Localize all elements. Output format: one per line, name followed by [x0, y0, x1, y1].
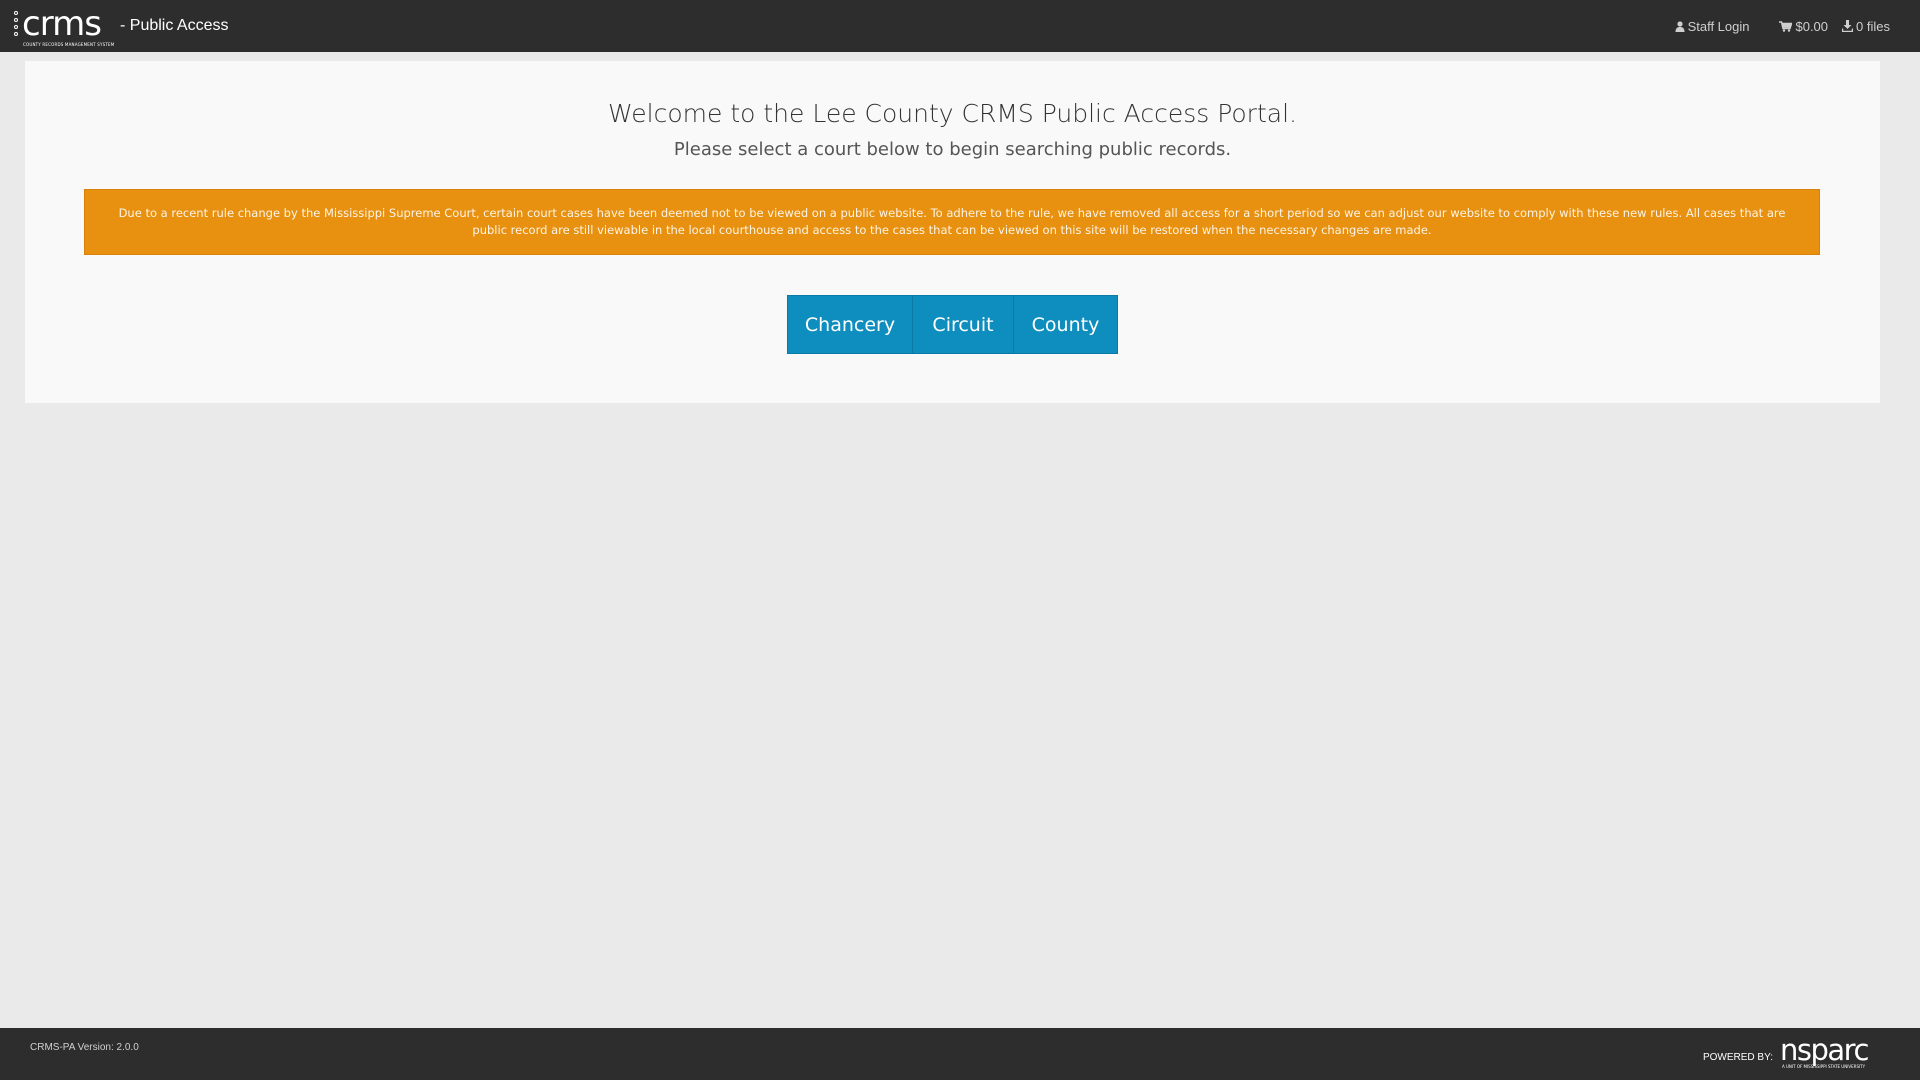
downloads-link[interactable]: 0 files [1842, 19, 1890, 34]
nsparc-tagline: A UNIT OF MISSISSIPPI STATE UNIVERSITY [1782, 1064, 1866, 1069]
logo-tagline: COUNTY RECORDS MANAGEMENT SYSTEM [23, 42, 115, 47]
cart-link[interactable]: $0.00 [1779, 19, 1828, 34]
county-button[interactable]: County [1014, 295, 1118, 354]
nav-right: Staff Login $0.00 0 files [1675, 0, 1890, 52]
welcome-subtitle: Please select a court below to begin sea… [673, 139, 1232, 160]
rule-change-alert: Due to a recent rule change by the Missi… [84, 189, 1820, 255]
cart-total: $0.00 [1795, 18, 1829, 34]
nsparc-logo[interactable]: nsparc A UNIT OF MISSISSIPPI STATE UNIVE… [1780, 1033, 1890, 1072]
welcome-heading: Welcome to the Lee County CRMS Public Ac… [608, 99, 1297, 128]
logo-dots-graphic [14, 11, 20, 41]
court-button-group: Chancery Circuit County [787, 295, 1118, 354]
circuit-button[interactable]: Circuit [913, 295, 1014, 354]
shopping-cart-icon [1779, 20, 1793, 32]
staff-login-label: Staff Login [1687, 18, 1750, 34]
nsparc-wordmark: nsparc [1780, 1033, 1869, 1067]
main-panel: Welcome to the Lee County CRMS Public Ac… [25, 61, 1880, 403]
logo-wordmark: crms [22, 4, 102, 44]
top-navbar: crms COUNTY RECORDS MANAGEMENT SYSTEM - … [0, 0, 1920, 52]
footer: CRMS-PA Version: 2.0.0 POWERED BY: nspar… [0, 1028, 1920, 1080]
download-icon [1842, 20, 1854, 32]
powered-by[interactable]: POWERED BY: nsparc A UNIT OF MISSISSIPPI… [1702, 1033, 1890, 1072]
app-title[interactable]: - Public Access [120, 17, 228, 35]
crms-logo[interactable]: crms COUNTY RECORDS MANAGEMENT SYSTEM [14, 4, 118, 47]
brand[interactable]: crms COUNTY RECORDS MANAGEMENT SYSTEM - … [14, 4, 228, 47]
powered-by-label: POWERED BY: [1702, 1051, 1773, 1063]
chancery-button[interactable]: Chancery [787, 295, 913, 354]
staff-login-link[interactable]: Staff Login [1675, 18, 1750, 34]
version-label: CRMS-PA Version: 2.0.0 [30, 1042, 139, 1053]
download-count: 0 files [1856, 18, 1890, 34]
user-icon [1675, 20, 1685, 32]
